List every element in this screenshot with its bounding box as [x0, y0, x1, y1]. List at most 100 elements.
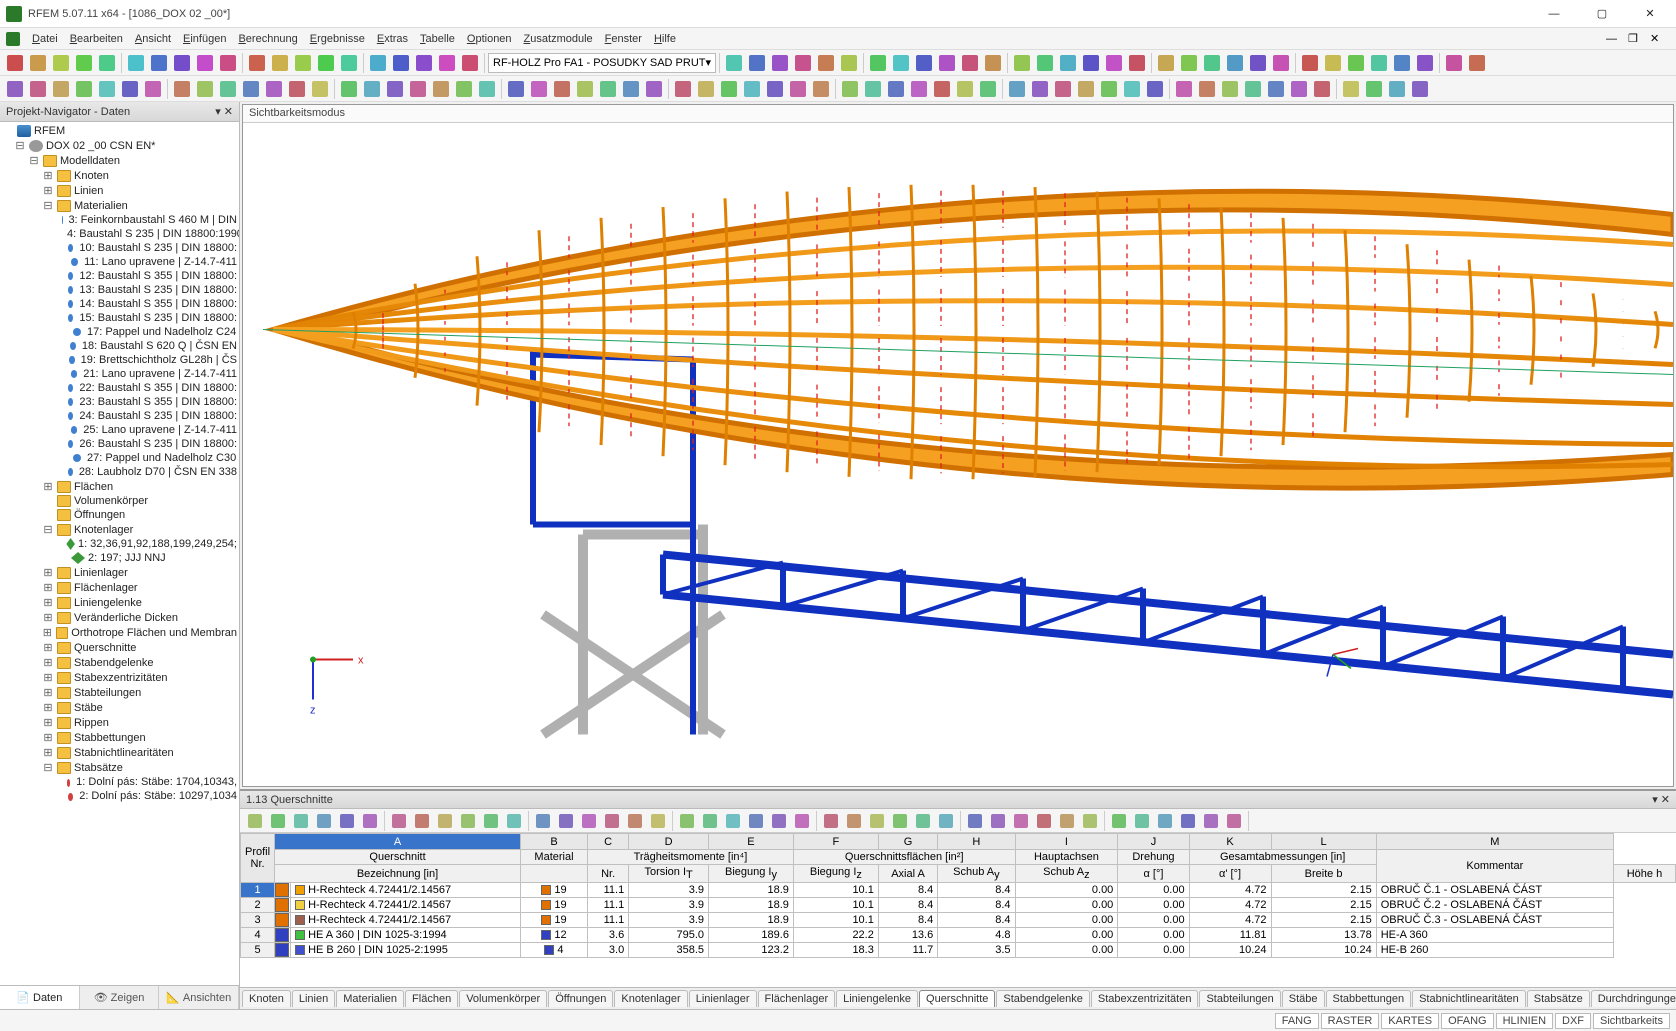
- toolbar-button[interactable]: [890, 52, 912, 74]
- table-row[interactable]: 5HE B 260 | DIN 1025-2:199543.0358.5123.…: [241, 943, 1676, 958]
- toolbar-button[interactable]: [936, 52, 958, 74]
- tree-item[interactable]: 11: Lano upravene | Z-14.7-411: [0, 255, 239, 269]
- toolbar-button[interactable]: [838, 52, 860, 74]
- table-tool-button[interactable]: [624, 810, 646, 832]
- toolbar-button[interactable]: [1363, 78, 1385, 100]
- table-tab-stabteilungen[interactable]: Stabteilungen: [1199, 990, 1280, 1007]
- table-tool-button[interactable]: [578, 810, 600, 832]
- nav-tab-zeigen[interactable]: 👁Zeigen: [80, 986, 160, 1009]
- toolbar-button[interactable]: [96, 52, 118, 74]
- toolbar-button[interactable]: [1299, 52, 1321, 74]
- table-tab-liniengelenke[interactable]: Liniengelenke: [836, 990, 918, 1007]
- toolbar-button[interactable]: [741, 78, 763, 100]
- toolbar-button[interactable]: [171, 52, 193, 74]
- table-tool-button[interactable]: [555, 810, 577, 832]
- toolbar-button[interactable]: [723, 52, 745, 74]
- status-raster[interactable]: RASTER: [1321, 1013, 1380, 1029]
- table-tool-button[interactable]: [935, 810, 957, 832]
- toolbar-button[interactable]: [862, 78, 884, 100]
- toolbar-button[interactable]: [1080, 52, 1102, 74]
- table-tool-button[interactable]: [987, 810, 1009, 832]
- tree-item[interactable]: 17: Pappel und Nadelholz C24: [0, 325, 239, 339]
- panel-pin-icon[interactable]: ▾ ✕: [1652, 793, 1670, 806]
- table-tool-button[interactable]: [676, 810, 698, 832]
- toolbar-button[interactable]: [839, 78, 861, 100]
- toolbar-button[interactable]: [1368, 52, 1390, 74]
- toolbar-button[interactable]: [217, 78, 239, 100]
- tree-item[interactable]: 23: Baustahl S 355 | DIN 18800:: [0, 395, 239, 409]
- toolbar-button[interactable]: [718, 78, 740, 100]
- toolbar-button[interactable]: [1075, 78, 1097, 100]
- table-row[interactable]: 3H-Rechteck 4.72441/2.145671911.13.918.9…: [241, 913, 1676, 928]
- toolbar-button[interactable]: [453, 78, 475, 100]
- toolbar-button[interactable]: [810, 78, 832, 100]
- toolbar-button[interactable]: [1006, 78, 1028, 100]
- table-tab-querschnitte[interactable]: Querschnitte: [919, 990, 995, 1007]
- toolbar-button[interactable]: [1345, 52, 1367, 74]
- toolbar-button[interactable]: [269, 52, 291, 74]
- toolbar-button[interactable]: [528, 78, 550, 100]
- table-tab-linienlager[interactable]: Linienlager: [689, 990, 757, 1007]
- menu-fenster[interactable]: Fenster: [599, 31, 648, 47]
- status-hlinien[interactable]: HLINIEN: [1496, 1013, 1553, 1029]
- table-tool-button[interactable]: [647, 810, 669, 832]
- toolbar-button[interactable]: [338, 52, 360, 74]
- toolbar-button[interactable]: [1270, 52, 1292, 74]
- tree-item[interactable]: 12: Baustahl S 355 | DIN 18800:: [0, 269, 239, 283]
- toolbar-button[interactable]: [390, 52, 412, 74]
- table-tab-linien[interactable]: Linien: [292, 990, 335, 1007]
- toolbar-button[interactable]: [1126, 52, 1148, 74]
- tree-item[interactable]: ⊞Liniengelenke: [0, 595, 239, 610]
- tree-item[interactable]: ⊞Stabbettungen: [0, 730, 239, 745]
- toolbar-button[interactable]: [1196, 78, 1218, 100]
- table-tool-button[interactable]: [1079, 810, 1101, 832]
- table-tool-button[interactable]: [791, 810, 813, 832]
- menu-bearbeiten[interactable]: Bearbeiten: [64, 31, 129, 47]
- nav-tab-ansichten[interactable]: 📐Ansichten: [159, 986, 239, 1009]
- tree-item[interactable]: ⊞Stäbe: [0, 700, 239, 715]
- table-tab-knotenlager[interactable]: Knotenlager: [614, 990, 687, 1007]
- toolbar-button[interactable]: [1144, 78, 1166, 100]
- toolbar-button[interactable]: [384, 78, 406, 100]
- toolbar-button[interactable]: [96, 78, 118, 100]
- table-tool-button[interactable]: [1033, 810, 1055, 832]
- table-tab-stabendgelenke[interactable]: Stabendgelenke: [996, 990, 1090, 1007]
- tree-item[interactable]: ⊞Veränderliche Dicken: [0, 610, 239, 625]
- table-grid[interactable]: ProfilNr.ABCDEFGHIJKLMQuerschnittMateria…: [240, 833, 1676, 987]
- toolbar-button[interactable]: [1322, 52, 1344, 74]
- toolbar-button[interactable]: [1011, 52, 1033, 74]
- table-tool-button[interactable]: [768, 810, 790, 832]
- toolbar-button[interactable]: [977, 78, 999, 100]
- toolbar-button[interactable]: [764, 78, 786, 100]
- toolbar-button[interactable]: [1034, 52, 1056, 74]
- toolbar-button[interactable]: [263, 78, 285, 100]
- tree-item[interactable]: 19: Brettschichtholz GL28h | ČS: [0, 353, 239, 367]
- tree-item[interactable]: 24: Baustahl S 235 | DIN 18800:: [0, 409, 239, 423]
- toolbar-button[interactable]: [436, 52, 458, 74]
- status-dxf[interactable]: DXF: [1555, 1013, 1591, 1029]
- tree-item[interactable]: ⊞Stabendgelenke: [0, 655, 239, 670]
- 3d-viewport[interactable]: /*placeholder*/ x z: [243, 123, 1673, 786]
- toolbar-button[interactable]: [1098, 78, 1120, 100]
- table-tool-button[interactable]: [820, 810, 842, 832]
- toolbar-button[interactable]: [908, 78, 930, 100]
- toolbar-button[interactable]: [1288, 78, 1310, 100]
- table-tab-stabbettungen[interactable]: Stabbettungen: [1326, 990, 1412, 1007]
- toolbar-button[interactable]: [1391, 52, 1413, 74]
- table-tool-button[interactable]: [1177, 810, 1199, 832]
- toolbar-button[interactable]: [1219, 78, 1241, 100]
- minimize-button[interactable]: —: [1534, 2, 1574, 26]
- mdi-close[interactable]: ✕: [1650, 32, 1670, 45]
- nav-tab-daten[interactable]: 📄Daten: [0, 986, 80, 1009]
- mdi-minimize[interactable]: —: [1606, 33, 1626, 45]
- toolbar-button[interactable]: [315, 52, 337, 74]
- navigator-tree[interactable]: RFEM⊟DOX 02 _00 CSN EN*⊟Modelldaten⊞Knot…: [0, 122, 239, 985]
- tree-item[interactable]: Öffnungen: [0, 508, 239, 522]
- tree-item[interactable]: 27: Pappel und Nadelholz C30: [0, 451, 239, 465]
- table-tab-flächenlager[interactable]: Flächenlager: [758, 990, 836, 1007]
- toolbar-button[interactable]: [1121, 78, 1143, 100]
- toolbar-button[interactable]: [1414, 52, 1436, 74]
- table-tool-button[interactable]: [313, 810, 335, 832]
- toolbar-button[interactable]: [574, 78, 596, 100]
- close-button[interactable]: ✕: [1630, 2, 1670, 26]
